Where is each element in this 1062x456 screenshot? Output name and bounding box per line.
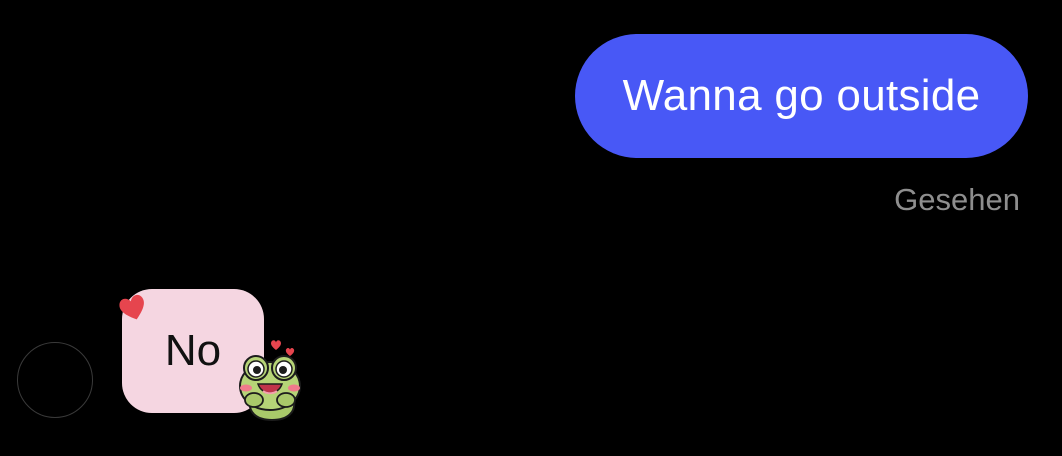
incoming-message-text: No [164,326,222,375]
sender-avatar[interactable] [17,342,93,418]
outgoing-message-bubble[interactable]: Wanna go outside [575,34,1028,158]
seen-status-label: Gesehen [894,182,1020,217]
frog-sticker-icon[interactable] [234,334,308,422]
heart-icon [119,294,144,320]
outgoing-message-text: Wanna go outside [622,71,981,120]
